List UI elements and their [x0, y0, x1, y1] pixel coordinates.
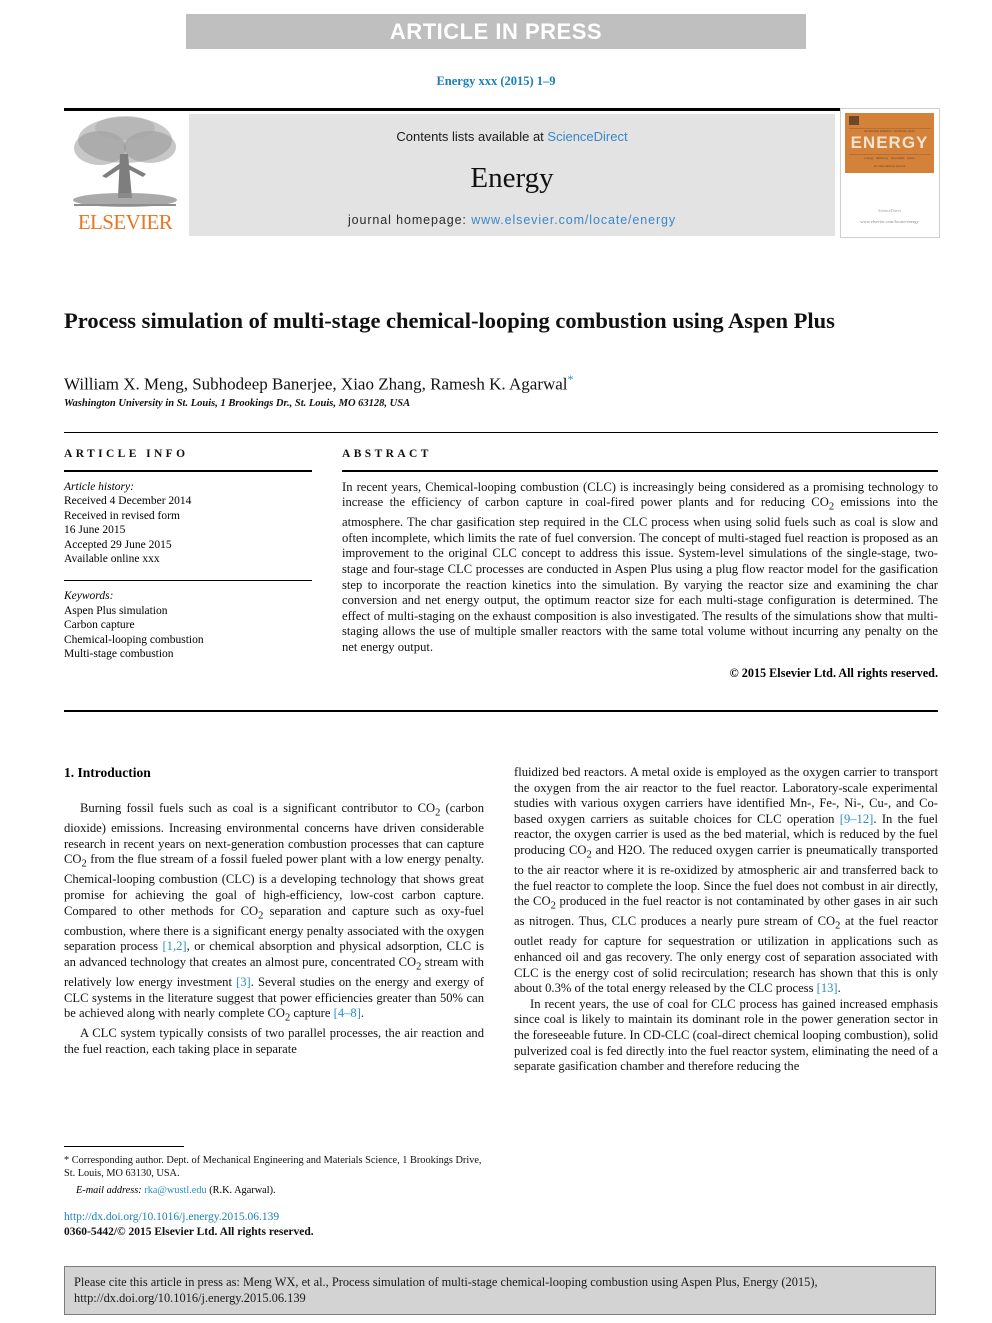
elsevier-tree-icon — [73, 116, 177, 207]
section-heading-introduction: 1. Introduction — [64, 765, 151, 780]
author-names: William X. Meng, Subhodeep Banerjee, Xia… — [64, 374, 568, 394]
article-history-label: Article history: — [64, 480, 134, 493]
affiliation: Washington University in St. Louis, 1 Br… — [64, 398, 411, 409]
article-in-press-label: ARTICLE IN PRESS — [389, 18, 603, 44]
doi-link[interactable]: http://dx.doi.org/10.1016/j.energy.2015.… — [64, 1210, 504, 1225]
journal-homepage-line: journal homepage: www.elsevier.com/locat… — [189, 213, 835, 227]
abstract-body: In recent years, Chemical-looping combus… — [342, 479, 938, 654]
keywords-list: Aspen Plus simulation Carbon capture Che… — [64, 604, 312, 662]
page-title: Process simulation of multi-stage chemic… — [64, 308, 835, 334]
citation-box: Please cite this article in press as: Me… — [64, 1266, 936, 1315]
body-column-right: fluidized bed reactors. A metal oxide is… — [514, 765, 938, 1075]
info-section-top-rule — [64, 432, 938, 433]
sciencedirect-link[interactable]: ScienceDirect — [547, 129, 627, 144]
cover-top-band: ELSEVIER ENERGY JOURNAL 2015 ENERGY ener… — [845, 113, 934, 173]
cover-subtitle: An International Journal — [873, 164, 906, 168]
paragraph: fluidized bed reactors. A metal oxide is… — [514, 765, 938, 996]
email-address-label: E-mail address: — [76, 1185, 142, 1196]
footnote-body: Corresponding author. Dept. of Mechanica… — [64, 1155, 482, 1179]
paragraph: A CLC system typically consists of two p… — [64, 1026, 484, 1056]
info-section-bottom-rule — [64, 710, 938, 712]
keywords-block: Keywords: Aspen Plus simulation Carbon c… — [64, 579, 312, 662]
journal-cover-thumbnail: ELSEVIER ENERGY JOURNAL 2015 ENERGY ener… — [840, 108, 940, 238]
keyword-item: Aspen Plus simulation — [64, 604, 168, 617]
article-info-rule — [64, 470, 312, 472]
elsevier-wordmark: ELSEVIER — [77, 210, 173, 234]
abstract-heading: ABSTRACT — [342, 448, 432, 460]
footnote-marker: * — [64, 1155, 70, 1166]
history-item: 16 June 2015 — [64, 524, 126, 536]
keyword-item: Carbon capture — [64, 619, 135, 631]
elsevier-logo: ELSEVIER — [64, 114, 186, 236]
masthead-top-rule — [64, 108, 938, 111]
journal-homepage-link[interactable]: www.elsevier.com/locate/energy — [471, 213, 676, 227]
author-list: William X. Meng, Subhodeep Banerjee, Xia… — [64, 372, 874, 395]
body-column-left: 1. Introduction Burning fossil fuels suc… — [64, 765, 484, 1057]
issn-copyright-line: 0360-5442/© 2015 Elsevier Ltd. All right… — [64, 1226, 314, 1238]
history-item: Received in revised form — [64, 509, 180, 522]
keyword-item: Chemical-looping combustion — [64, 633, 204, 646]
abstract-copyright: © 2015 Elsevier Ltd. All rights reserved… — [729, 665, 938, 680]
article-info-column: ARTICLE INFO Article history: Received 4… — [64, 448, 312, 662]
keywords-rule — [64, 579, 312, 581]
corresponding-author-footnote: * Corresponding author. Dept. of Mechani… — [64, 1146, 484, 1197]
homepage-prefix: journal homepage: — [347, 213, 472, 227]
doi-footer: http://dx.doi.org/10.1016/j.energy.2015.… — [64, 1210, 504, 1240]
email-suffix: (R.K. Agarwal). — [209, 1185, 276, 1196]
journal-masthead: ELSEVIER Contents lists available at Sci… — [64, 108, 940, 238]
paragraph: Burning fossil fuels such as coal is a s… — [64, 801, 484, 1024]
cover-publisher: ScienceDirect — [878, 208, 901, 213]
article-info-heading: ARTICLE INFO — [64, 448, 189, 460]
journal-title: Energy — [470, 162, 554, 194]
cover-publisher-url: www.elsevier.com/locate/energy — [860, 219, 919, 224]
cover-energy-title: ENERGY — [850, 133, 929, 152]
footnote-email-line: E-mail address: rka@wustl.edu (R.K. Agar… — [64, 1184, 484, 1197]
email-link[interactable]: rka@wustl.edu — [144, 1185, 206, 1196]
citation-text: Please cite this article in press as: Me… — [74, 1275, 818, 1305]
paragraph: In recent years, the use of coal for CLC… — [514, 996, 938, 1074]
abstract-rule — [342, 470, 938, 472]
history-item: Available online xxx — [64, 553, 160, 565]
keyword-item: Multi-stage combustion — [64, 648, 174, 660]
contents-list-line: Contents lists available at ScienceDirec… — [189, 129, 835, 144]
contents-prefix: Contents lists available at — [396, 129, 548, 144]
history-item: Accepted 29 June 2015 — [64, 538, 172, 551]
article-history-list: Received 4 December 2014 Received in rev… — [64, 494, 312, 567]
footnote-rule — [64, 1146, 184, 1147]
history-item: Received 4 December 2014 — [64, 495, 192, 507]
footnote-text: * Corresponding author. Dept. of Mechani… — [64, 1154, 484, 1180]
abstract-column: ABSTRACT In recent years, Chemical-loopi… — [342, 448, 938, 681]
article-in-press-banner: ARTICLE IN PRESS — [186, 14, 806, 49]
keywords-label: Keywords: — [64, 590, 114, 602]
masthead-center-panel: Contents lists available at ScienceDirec… — [189, 114, 835, 236]
corresponding-author-marker: * — [567, 372, 574, 386]
running-head: Energy xxx (2015) 1–9 — [436, 74, 556, 88]
